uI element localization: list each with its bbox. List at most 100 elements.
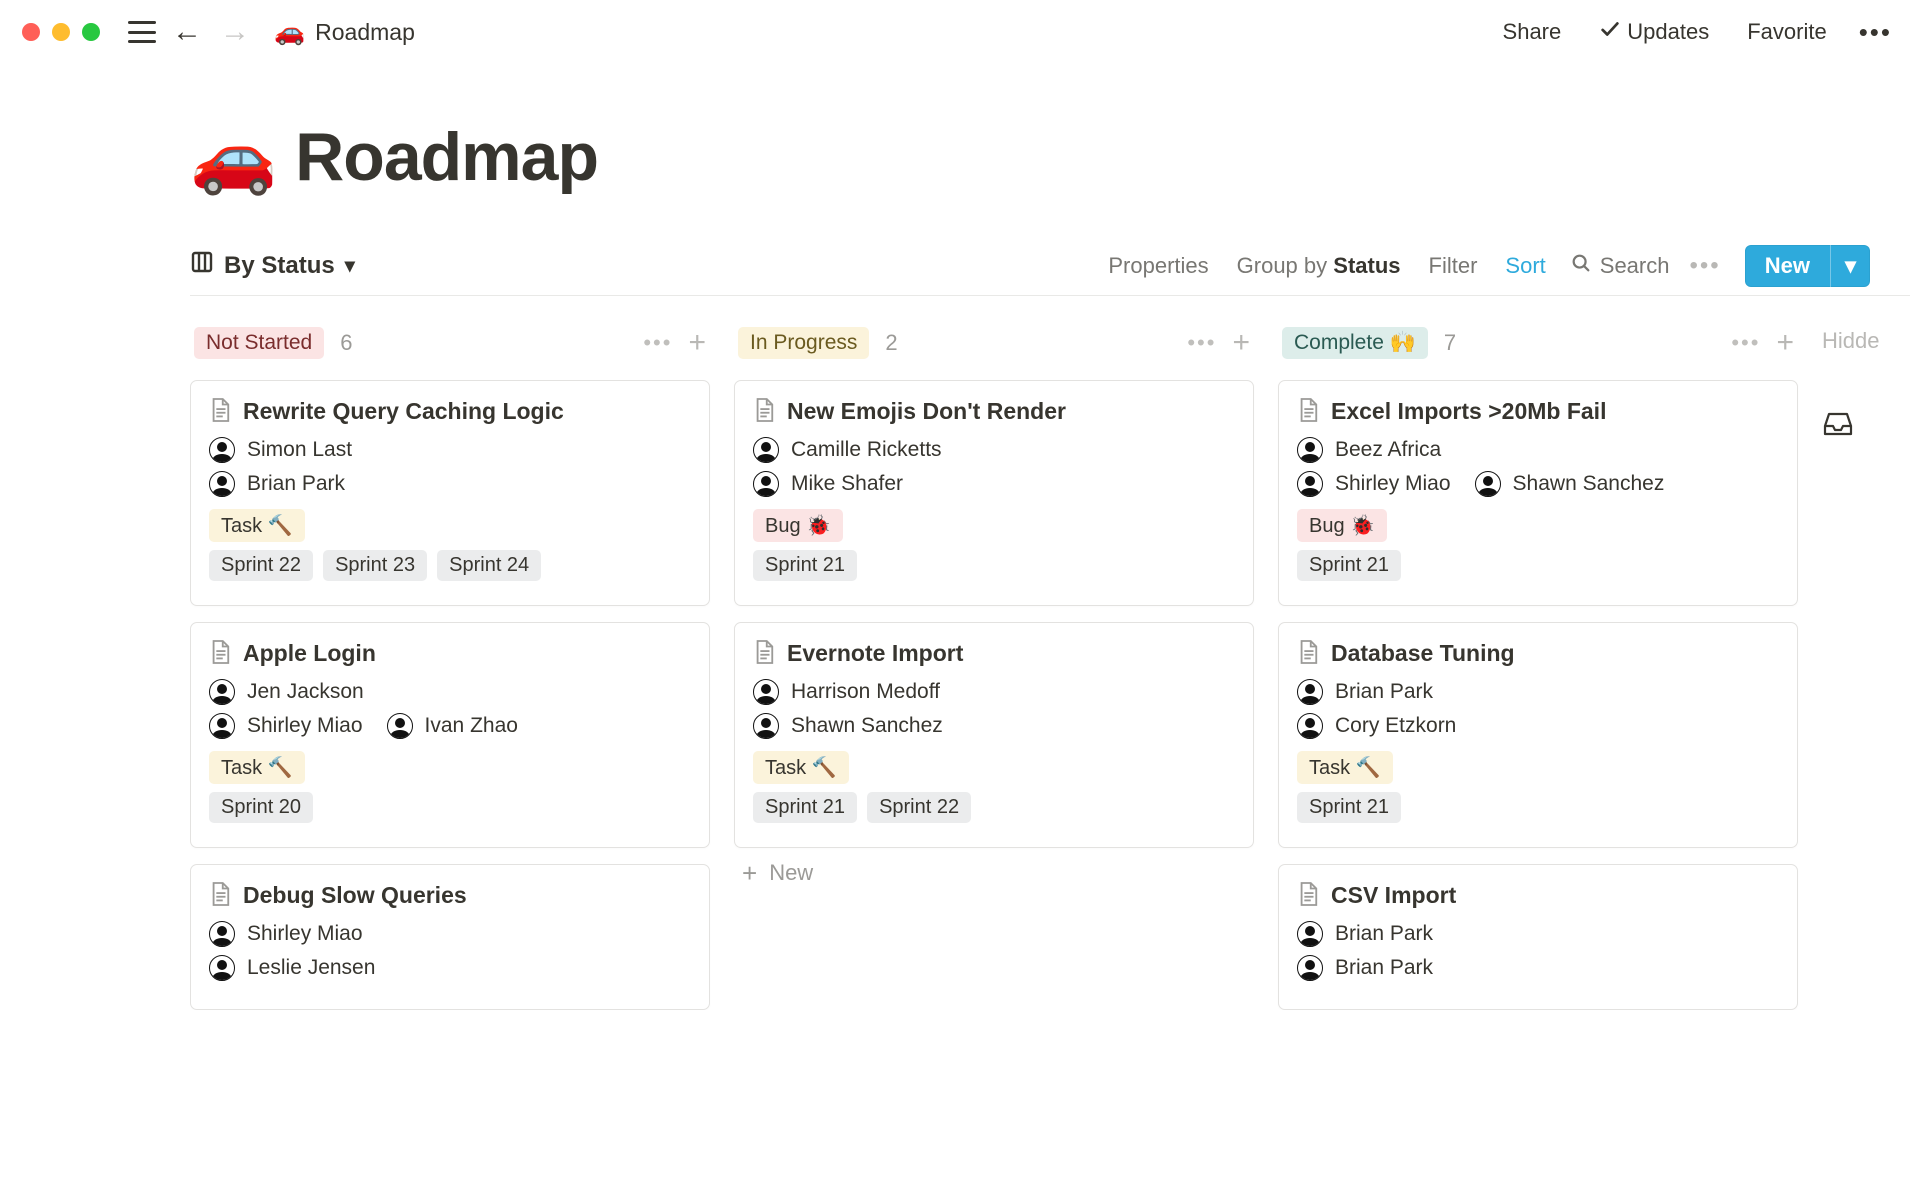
column-header: In Progress2•••+ <box>734 322 1254 364</box>
board-card[interactable]: New Emojis Don't RenderCamille RickettsM… <box>734 380 1254 606</box>
card-title: Apple Login <box>243 639 376 669</box>
board-card[interactable]: Evernote ImportHarrison MedoffShawn Sanc… <box>734 622 1254 848</box>
add-card-button[interactable]: +New <box>734 848 1254 898</box>
titlebar: ← → 🚗 Roadmap Share Updates Favorite ••• <box>0 0 1920 64</box>
page-icon <box>1297 881 1319 907</box>
board-card[interactable]: Apple Login Jen Jackson Shirley Miao Ivan Z… <box>190 622 710 848</box>
person-name: Harrison Medoff <box>791 680 940 704</box>
properties-button[interactable]: Properties <box>1094 247 1222 285</box>
page-icon <box>1297 397 1319 423</box>
board-card[interactable]: Database TuningBrian ParkCory EtzkornTas… <box>1278 622 1798 848</box>
board-card[interactable]: Debug Slow Queries Shirley Miao Leslie Jen… <box>190 864 710 1010</box>
card-title: Debug Slow Queries <box>243 881 467 911</box>
groupby-value: Status <box>1333 253 1400 278</box>
page-body: 🚗 Roadmap By Status ▾ Properties Group b… <box>0 64 1920 1010</box>
page-emoji[interactable]: 🚗 <box>190 122 277 192</box>
nav-forward-button[interactable]: → <box>218 15 252 49</box>
board-card[interactable]: Excel Imports >20Mb Fail Beez AfricaShirl… <box>1278 380 1798 606</box>
person-name: Simon Last <box>247 438 352 462</box>
add-card-label: New <box>769 860 813 886</box>
page-icon <box>1297 639 1319 665</box>
card-people: Brian ParkCory Etzkorn <box>1297 679 1779 739</box>
page-icon <box>209 397 231 423</box>
groupby-button[interactable]: Group by Status <box>1223 247 1415 285</box>
nav-back-button[interactable]: ← <box>170 15 204 49</box>
new-button-dropdown[interactable]: ▾ <box>1830 245 1870 287</box>
person-name: Brian Park <box>1335 922 1433 946</box>
person: Shirley Miao <box>209 713 363 739</box>
column-add-button[interactable]: + <box>1232 328 1250 358</box>
people-row: Camille Ricketts <box>753 437 1235 463</box>
card-people: Harrison MedoffShawn Sanchez <box>753 679 1235 739</box>
updates-button[interactable]: Updates <box>1587 12 1721 52</box>
people-row: Brian Park <box>1297 679 1779 705</box>
person: Ivan Zhao <box>387 713 518 739</box>
status-pill[interactable]: Complete 🙌 <box>1282 327 1428 359</box>
favorite-button[interactable]: Favorite <box>1735 13 1838 51</box>
sidebar-toggle-button[interactable] <box>128 21 156 43</box>
view-selector-label: By Status <box>224 252 335 280</box>
check-icon <box>1599 18 1621 46</box>
inbox-icon[interactable] <box>1822 410 1910 444</box>
card-title: Excel Imports >20Mb Fail <box>1331 397 1606 427</box>
person: Leslie Jensen <box>209 955 375 981</box>
person-name: Shirley Miao <box>247 922 363 946</box>
chevron-down-icon: ▾ <box>345 253 355 278</box>
column-add-button[interactable]: + <box>688 328 706 358</box>
card-people: Simon LastBrian Park <box>209 437 691 497</box>
card-people: Beez AfricaShirley MiaoShawn Sanchez <box>1297 437 1779 497</box>
card-title: CSV Import <box>1331 881 1456 911</box>
column-cards: Rewrite Query Caching LogicSimon LastBri… <box>190 380 710 1010</box>
person: Jen Jackson <box>209 679 364 705</box>
person: Mike Shafer <box>753 471 903 497</box>
page-title[interactable]: Roadmap <box>295 118 598 196</box>
share-button[interactable]: Share <box>1491 13 1574 51</box>
avatar-icon <box>1297 955 1323 981</box>
status-pill[interactable]: Not Started <box>194 327 324 359</box>
sprint-tag: Sprint 21 <box>753 550 857 581</box>
filter-button[interactable]: Filter <box>1415 247 1492 285</box>
toolbar-more-button[interactable]: ••• <box>1679 252 1730 280</box>
breadcrumb[interactable]: 🚗 Roadmap <box>274 18 415 47</box>
type-tag: Task 🔨 <box>209 509 305 542</box>
person: Camille Ricketts <box>753 437 942 463</box>
people-row: Harrison Medoff <box>753 679 1235 705</box>
board-card[interactable]: CSV Import Brian Park Brian Park <box>1278 864 1798 1010</box>
people-row: Shirley Miao Ivan Zhao <box>209 713 691 739</box>
board-column: In Progress2•••+New Emojis Don't RenderC… <box>734 322 1254 1010</box>
sprint-tag: Sprint 24 <box>437 550 541 581</box>
hidden-groups-column[interactable]: Hidde <box>1822 322 1910 1010</box>
page-more-button[interactable]: ••• <box>1853 17 1898 48</box>
page-icon <box>753 639 775 665</box>
view-selector[interactable]: By Status ▾ <box>190 250 355 281</box>
person-name: Mike Shafer <box>791 472 903 496</box>
status-pill[interactable]: In Progress <box>738 327 869 359</box>
window-close-button[interactable] <box>22 23 40 41</box>
column-more-button[interactable]: ••• <box>643 330 672 356</box>
page-title-row: 🚗 Roadmap <box>190 118 1920 196</box>
person-name: Camille Ricketts <box>791 438 942 462</box>
person-name: Jen Jackson <box>247 680 364 704</box>
window-minimize-button[interactable] <box>52 23 70 41</box>
person-name: Brian Park <box>1335 680 1433 704</box>
person: Brian Park <box>1297 679 1433 705</box>
sprint-tag: Sprint 21 <box>1297 792 1401 823</box>
column-more-button[interactable]: ••• <box>1187 330 1216 356</box>
column-add-button[interactable]: + <box>1776 328 1794 358</box>
sort-button[interactable]: Sort <box>1491 247 1559 285</box>
person-name: Shirley Miao <box>247 714 363 738</box>
avatar-icon <box>209 955 235 981</box>
search-button[interactable]: Search <box>1560 246 1680 286</box>
window-zoom-button[interactable] <box>82 23 100 41</box>
person-name: Brian Park <box>1335 956 1433 980</box>
avatar-icon <box>1297 713 1323 739</box>
sprint-tag: Sprint 20 <box>209 792 313 823</box>
sprint-tag: Sprint 22 <box>209 550 313 581</box>
column-more-button[interactable]: ••• <box>1731 330 1760 356</box>
new-button[interactable]: New ▾ <box>1745 245 1870 287</box>
avatar-icon <box>209 713 235 739</box>
board-card[interactable]: Rewrite Query Caching LogicSimon LastBri… <box>190 380 710 606</box>
card-people: Shirley Miao Leslie Jensen <box>209 921 691 981</box>
card-title: Database Tuning <box>1331 639 1515 669</box>
column-header: Not Started6•••+ <box>190 322 710 364</box>
